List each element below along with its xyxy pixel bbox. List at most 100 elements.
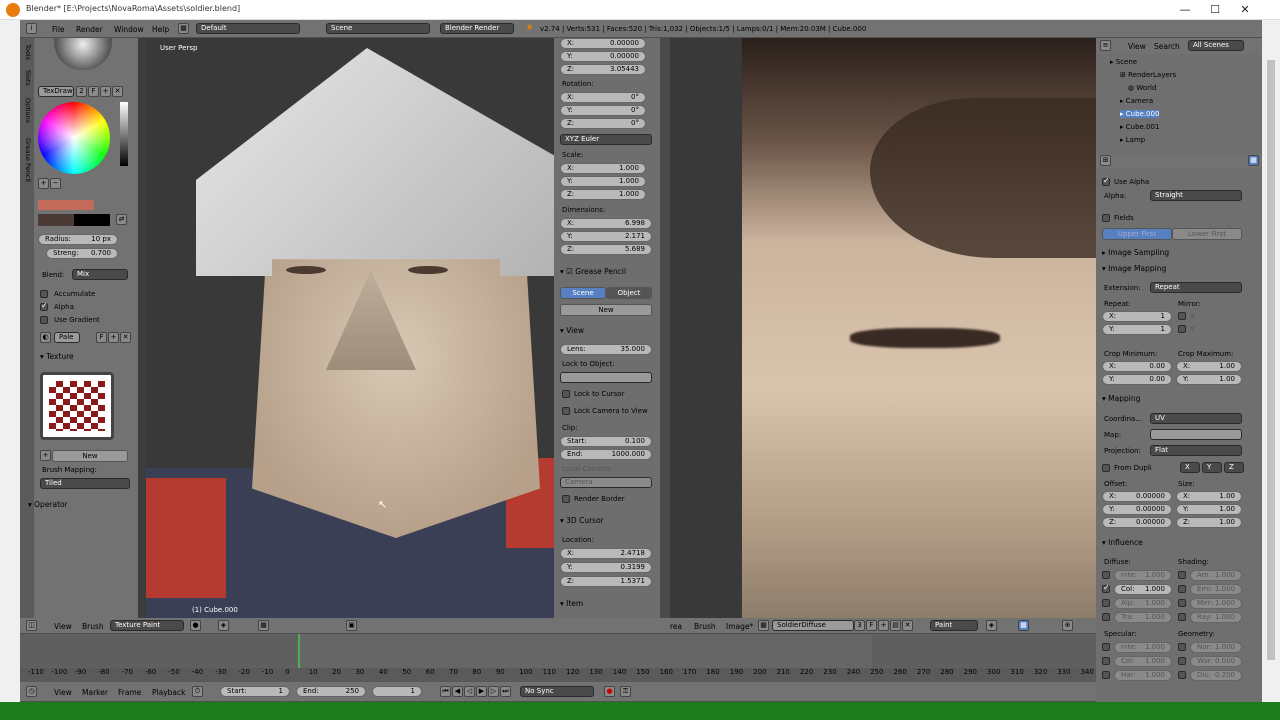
scale-x[interactable]: X: 1.000 bbox=[560, 163, 646, 174]
pin-image-icon[interactable]: ⊕ bbox=[1062, 620, 1073, 631]
diffuse-translucency[interactable]: Tra: 1.000 bbox=[1114, 612, 1172, 623]
diffuse-intensity[interactable]: Inte: 1.000 bbox=[1114, 570, 1172, 581]
play-reverse-icon[interactable]: ◁ bbox=[464, 686, 475, 697]
outliner-cube-000[interactable]: ▸ Cube.000 bbox=[1120, 110, 1160, 118]
record-icon[interactable]: ● bbox=[604, 686, 615, 697]
geometry-normal-checkbox[interactable] bbox=[1178, 643, 1186, 651]
fields-checkbox[interactable] bbox=[1102, 214, 1110, 222]
render-preview-icon[interactable]: ▣ bbox=[346, 620, 357, 631]
diffuse-intensity-checkbox[interactable] bbox=[1102, 571, 1110, 579]
lens-field[interactable]: Lens: 35.000 bbox=[560, 344, 652, 355]
dimension-y[interactable]: Y: 2.171 bbox=[560, 231, 652, 242]
lower-first-button[interactable]: Lower First bbox=[1172, 228, 1242, 240]
pivot-image-icon[interactable]: ◈ bbox=[986, 620, 997, 631]
maximize-button[interactable]: ☐ bbox=[1200, 2, 1230, 18]
render-engine-selector[interactable]: Blender Render bbox=[440, 23, 514, 34]
3d-view-menu[interactable]: View bbox=[54, 622, 72, 631]
mirror-y-checkbox[interactable] bbox=[1178, 325, 1186, 333]
shading-ray-checkbox[interactable] bbox=[1178, 613, 1186, 621]
3d-brush-menu[interactable]: Brush bbox=[82, 622, 104, 631]
n-panel-scrollbar[interactable] bbox=[660, 38, 670, 620]
mirror-x-checkbox[interactable] bbox=[1178, 312, 1186, 320]
mapping-header[interactable]: ▾ Mapping bbox=[1102, 394, 1140, 403]
scene-button[interactable]: Scene bbox=[560, 287, 606, 299]
palette-swatches[interactable] bbox=[38, 200, 94, 210]
dimension-x[interactable]: X: 6.998 bbox=[560, 218, 652, 229]
render-border-checkbox[interactable] bbox=[562, 495, 570, 503]
tab-slots[interactable]: Slots bbox=[24, 70, 32, 86]
image-name-field[interactable]: SoldierDiffuse bbox=[772, 620, 854, 631]
operator-panel-header[interactable]: ▾ Operator bbox=[28, 500, 68, 509]
texture-panel-header[interactable]: ▾ Texture bbox=[40, 352, 74, 361]
image-fake-user-icon[interactable]: F bbox=[866, 620, 877, 631]
menu-file[interactable]: File bbox=[52, 25, 65, 34]
blend-selector[interactable]: Mix bbox=[72, 269, 128, 280]
specular-intensity[interactable]: Inte: 1.000 bbox=[1114, 642, 1172, 653]
palette-icon[interactable]: ◐ bbox=[40, 332, 51, 343]
outliner-renderlayers[interactable]: ⊞ RenderLayers bbox=[1120, 71, 1176, 79]
image-mode-selector[interactable]: Paint bbox=[930, 620, 978, 631]
radius-field[interactable]: Radius: 10 px bbox=[38, 234, 118, 245]
axis-z-selector[interactable]: Z bbox=[1224, 462, 1244, 473]
object-button[interactable]: Object bbox=[606, 287, 652, 299]
crop-max-y[interactable]: Y: 1.00 bbox=[1176, 374, 1242, 385]
crop-min-x[interactable]: X: 0.00 bbox=[1102, 361, 1172, 372]
image-users[interactable]: 3 bbox=[854, 620, 865, 631]
size-x[interactable]: X: 1.00 bbox=[1176, 491, 1242, 502]
new-image-icon[interactable]: + bbox=[878, 620, 889, 631]
rotation-mode-selector[interactable]: XYZ Euler bbox=[560, 134, 652, 145]
scene-selector[interactable]: Scene bbox=[326, 23, 430, 34]
upper-first-button[interactable]: Upper First bbox=[1102, 228, 1172, 240]
current-frame-indicator[interactable] bbox=[298, 634, 300, 668]
outliner-scene[interactable]: ▸ Scene bbox=[1110, 58, 1137, 66]
image-view-menu[interactable]: rea bbox=[670, 622, 682, 631]
value-slider[interactable] bbox=[120, 102, 128, 166]
from-dupli-checkbox[interactable] bbox=[1102, 464, 1110, 472]
location-y[interactable]: Y: 0.00000 bbox=[560, 51, 646, 62]
specular-hardness[interactable]: Har: 1.000 bbox=[1114, 670, 1172, 681]
add-texture-icon[interactable]: + bbox=[40, 450, 51, 461]
shading-ambient[interactable]: Am: 1.000 bbox=[1190, 570, 1242, 581]
timeline-editor-icon[interactable]: ◷ bbox=[26, 686, 37, 697]
play-icon[interactable]: ▶ bbox=[476, 686, 487, 697]
strength-field[interactable]: Streng: 0.700 bbox=[46, 248, 118, 259]
menu-window[interactable]: Window bbox=[114, 25, 144, 34]
diffuse-alpha-checkbox[interactable] bbox=[1102, 599, 1110, 607]
outliner-search-menu[interactable]: Search bbox=[1154, 42, 1180, 51]
specular-color-checkbox[interactable] bbox=[1102, 657, 1110, 665]
palette-fake-user[interactable]: F bbox=[96, 332, 107, 343]
location-z[interactable]: Z: 3.05443 bbox=[560, 64, 646, 75]
color-wheel[interactable] bbox=[38, 102, 110, 174]
geometry-warp-checkbox[interactable] bbox=[1178, 657, 1186, 665]
3d-editor-type-icon[interactable]: ◫ bbox=[26, 620, 37, 631]
repeat-x[interactable]: X: 1 bbox=[1102, 311, 1172, 322]
pivot-icon[interactable]: ◈ bbox=[218, 620, 229, 631]
image-sampling-header[interactable]: ▸ Image Sampling bbox=[1102, 248, 1169, 257]
shading-ambient-checkbox[interactable] bbox=[1178, 571, 1186, 579]
rotation-x[interactable]: X: 0° bbox=[560, 92, 646, 103]
layout-selector[interactable]: Default bbox=[196, 23, 300, 34]
shading-mirror-checkbox[interactable] bbox=[1178, 599, 1186, 607]
cursor-z[interactable]: Z: 1.5371 bbox=[560, 576, 652, 587]
mode-selector[interactable]: Texture Paint bbox=[110, 620, 184, 631]
brush-preview[interactable] bbox=[54, 38, 112, 70]
shading-emit[interactable]: Emi: 1.000 bbox=[1190, 584, 1242, 595]
add-color-icon[interactable]: + bbox=[38, 178, 49, 189]
influence-header[interactable]: ▾ Influence bbox=[1102, 538, 1143, 547]
menu-help[interactable]: Help bbox=[152, 25, 169, 34]
current-frame-field[interactable]: 1 bbox=[372, 686, 422, 697]
remove-color-icon[interactable]: − bbox=[50, 178, 61, 189]
menu-render[interactable]: Render bbox=[76, 25, 103, 34]
clip-end-field[interactable]: End: 1000.000 bbox=[560, 449, 652, 460]
cursor-x[interactable]: X: 2.4718 bbox=[560, 548, 652, 559]
brush-name[interactable]: TexDraw bbox=[38, 86, 74, 97]
properties-editor-icon[interactable]: ⊞ bbox=[1100, 155, 1111, 166]
dimension-z[interactable]: Z: 5.689 bbox=[560, 244, 652, 255]
prev-keyframe-icon[interactable]: ◀ bbox=[452, 686, 463, 697]
view-panel-header[interactable]: ▾ View bbox=[560, 326, 584, 335]
geometry-displace[interactable]: Dis: 0.200 bbox=[1190, 670, 1242, 681]
specular-intensity-checkbox[interactable] bbox=[1102, 643, 1110, 651]
projection-selector[interactable]: Flat bbox=[1150, 445, 1242, 456]
crop-max-x[interactable]: X: 1.00 bbox=[1176, 361, 1242, 372]
image-mapping-header[interactable]: ▾ Image Mapping bbox=[1102, 264, 1166, 273]
